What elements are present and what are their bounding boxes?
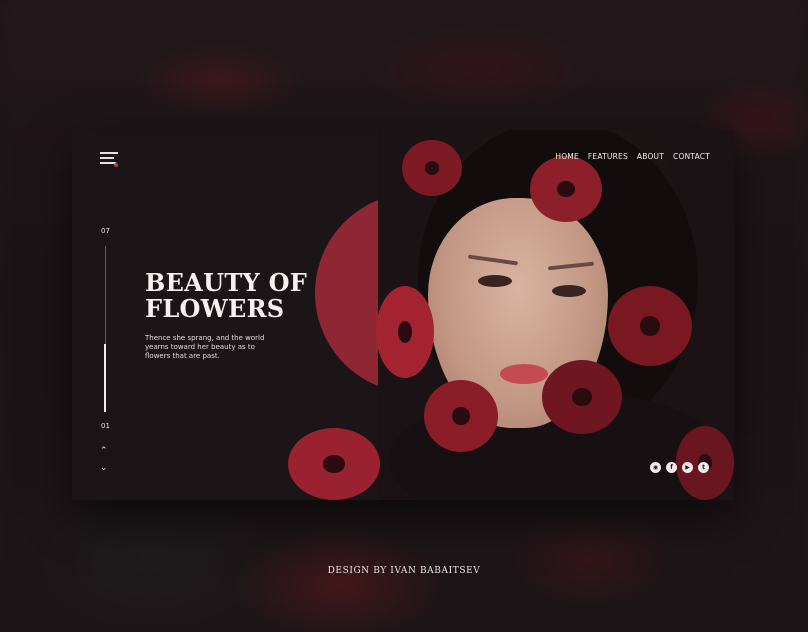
design-credit: DESIGN BY IVAN BABAITSEV <box>327 566 481 576</box>
social-links: ◉ f ▶ t <box>650 462 709 473</box>
website-mockup: HOME FEATURES ABOUT CONTACT 07 01 ⌃ ⌄ BE… <box>72 130 734 500</box>
flower <box>376 286 434 378</box>
hero-title-line1: BEAUTY OF <box>145 268 308 297</box>
slide-current-number: 07 <box>101 227 110 235</box>
slide-first-number: 01 <box>101 422 110 430</box>
nav-home[interactable]: HOME <box>555 152 579 161</box>
nav-contact[interactable]: CONTACT <box>673 152 710 161</box>
youtube-icon[interactable]: ▶ <box>682 462 693 473</box>
twitter-icon[interactable]: t <box>698 462 709 473</box>
right-eye <box>552 285 586 297</box>
flower <box>530 156 602 222</box>
nav-features[interactable]: FEATURES <box>588 152 628 161</box>
nav-about[interactable]: ABOUT <box>637 152 664 161</box>
flower <box>608 286 692 366</box>
hero-title: BEAUTY OF FLOWERS <box>145 270 345 322</box>
chevron-down-icon[interactable]: ⌄ <box>100 463 108 472</box>
slide-progress-fill[interactable] <box>104 344 106 412</box>
flower <box>542 360 622 434</box>
lips <box>500 364 548 384</box>
flower <box>424 380 498 452</box>
flower <box>402 140 462 196</box>
chevron-up-icon[interactable]: ⌃ <box>100 446 108 455</box>
facebook-icon[interactable]: f <box>666 462 677 473</box>
instagram-icon[interactable]: ◉ <box>650 462 661 473</box>
left-eye <box>478 275 512 287</box>
top-nav: HOME FEATURES ABOUT CONTACT <box>555 152 710 161</box>
flower <box>288 428 380 500</box>
hero-description: Thence she sprang, and the world yearns … <box>145 334 265 360</box>
hero-title-line2: FLOWERS <box>145 294 285 323</box>
menu-dot <box>114 163 118 167</box>
